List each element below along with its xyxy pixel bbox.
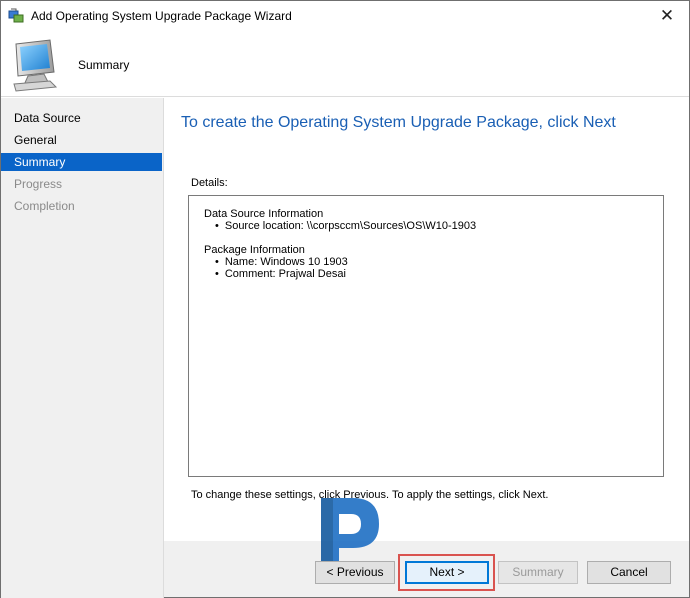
close-icon: ✕	[659, 6, 675, 25]
cancel-button[interactable]: Cancel	[587, 561, 671, 584]
details-textbox[interactable]: Data Source Information Source location:…	[188, 195, 664, 477]
page-title: To create the Operating System Upgrade P…	[181, 114, 616, 131]
details-item: Name: Windows 10 1903	[215, 256, 663, 268]
close-button[interactable]: ✕	[645, 1, 689, 31]
details-section-package: Package Information Name: Windows 10 190…	[204, 244, 663, 280]
nav-item-data-source[interactable]: Data Source	[1, 109, 162, 127]
details-item: Comment: Prajwal Desai	[215, 268, 663, 280]
wizard-app-icon	[8, 8, 24, 23]
details-section-title: Data Source Information	[204, 208, 324, 220]
wizard-window: Add Operating System Upgrade Package Wiz…	[0, 0, 690, 598]
wizard-header: Summary	[1, 31, 689, 97]
summary-button: Summary	[498, 561, 578, 584]
previous-button[interactable]: < Previous	[315, 561, 395, 584]
details-section-title: Package Information	[204, 244, 305, 256]
wizard-nav: Data Source General Summary Progress Com…	[1, 98, 164, 598]
details-label: Details:	[191, 177, 228, 189]
computer-monitor-icon	[13, 39, 58, 92]
nav-item-completion: Completion	[14, 199, 75, 213]
header-title: Summary	[78, 58, 130, 72]
window-title: Add Operating System Upgrade Package Wiz…	[31, 9, 292, 23]
next-button-highlight	[398, 554, 495, 591]
details-section-data-source: Data Source Information Source location:…	[204, 208, 663, 232]
nav-item-progress: Progress	[14, 177, 63, 191]
nav-item-summary[interactable]: Summary	[1, 153, 162, 171]
prajwal-desai-logo	[321, 498, 379, 564]
details-item: Source location: \\corpsccm\Sources\OS\W…	[215, 220, 663, 232]
nav-item-general[interactable]: General	[1, 131, 162, 149]
title-bar: Add Operating System Upgrade Package Wiz…	[1, 1, 689, 31]
